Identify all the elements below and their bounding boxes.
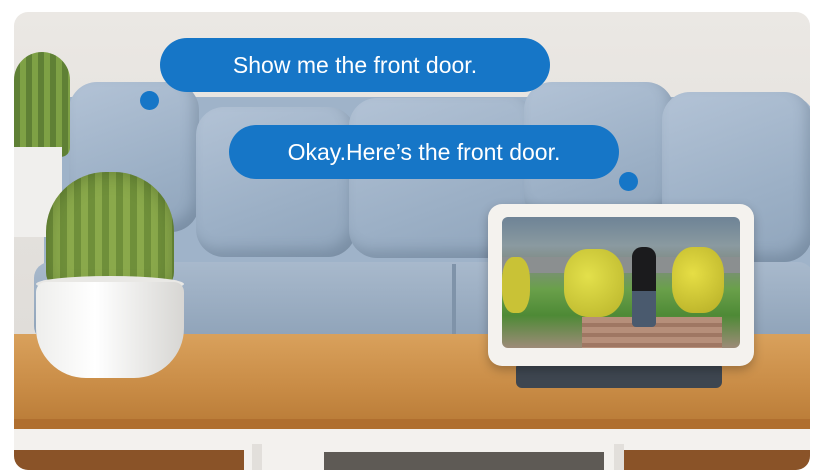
- scene-card: Show me the front door. Okay.Here’s the …: [14, 12, 810, 470]
- shelf-books: [324, 452, 604, 470]
- camera-bush: [672, 247, 724, 313]
- assistant-speech-bubble: Okay.Here’s the front door.: [229, 125, 619, 179]
- user-speech-dot: [140, 91, 159, 110]
- shelf-leg: [252, 444, 262, 470]
- camera-feed-screen: [502, 217, 740, 348]
- camera-bush: [564, 249, 624, 317]
- shelf-drawer-left: [14, 450, 244, 470]
- plant-pot: [36, 282, 184, 378]
- smart-display: [488, 204, 754, 366]
- shelf-drawer-right: [624, 450, 810, 470]
- table-edge: [14, 419, 810, 429]
- shelf-leg: [614, 444, 624, 470]
- small-cactus-icon: [14, 52, 70, 157]
- assistant-speech-dot: [619, 172, 638, 191]
- camera-person: [632, 247, 656, 327]
- user-speech-bubble: Show me the front door.: [160, 38, 550, 92]
- sofa-seat-divider: [452, 264, 456, 340]
- camera-bush: [502, 257, 530, 313]
- cactus-icon: [46, 172, 174, 292]
